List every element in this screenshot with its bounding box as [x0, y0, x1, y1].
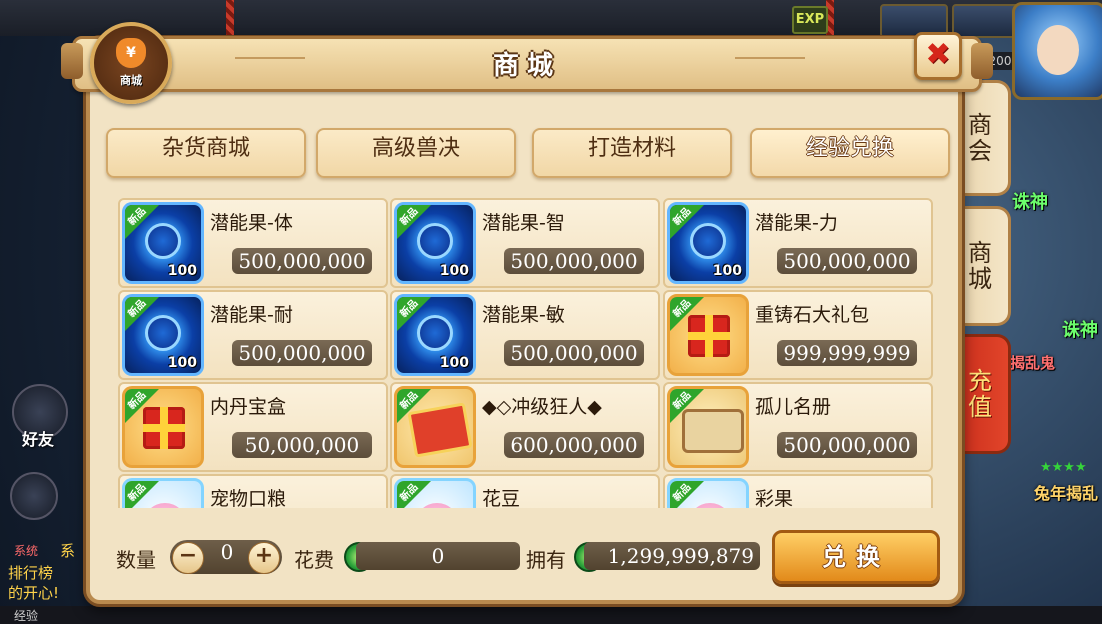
hero-slot[interactable] — [952, 4, 1020, 38]
item-grid[interactable]: 新品 100 潜能果-体 500,000,000 新品 100 潜能果-智 500,000,0… — [118, 198, 934, 508]
panel-header: 商城 — [61, 36, 993, 92]
quantity-stepper: − 0 + — [170, 540, 282, 574]
owned-label: 拥有 — [526, 548, 566, 572]
hanging-rope — [226, 0, 234, 40]
shop-item-card[interactable]: 新品 100 潜能果-耐 500,000,000 — [118, 290, 388, 380]
category-tab-exp-exchange[interactable]: 经验兑换 — [750, 128, 950, 178]
quantity-label: 数量 — [116, 548, 156, 572]
quantity-value[interactable]: 0 — [206, 540, 248, 564]
item-quantity: 100 — [439, 263, 469, 279]
item-price: 600,000,000 — [504, 432, 644, 458]
panel-title: 商城 — [492, 51, 561, 81]
shop-item-card[interactable]: 新品 100 潜能果-体 500,000,000 — [118, 198, 388, 288]
shop-item-card[interactable]: 新品 100 潜能果-力 500,000,000 — [663, 198, 933, 288]
chat-tag: 系统 — [14, 544, 39, 558]
potential-fruit-icon: 新品 100 — [667, 202, 749, 284]
item-price: 500,000,000 — [232, 340, 372, 366]
item-name: 孤儿名册 — [755, 396, 832, 418]
player-avatar[interactable] — [1012, 2, 1102, 100]
item-name: 潜能果-耐 — [210, 304, 293, 326]
increase-button[interactable]: + — [248, 542, 280, 574]
avatar-face — [1037, 25, 1079, 75]
bean-icon: 新品 — [394, 478, 476, 508]
potential-fruit-icon: 新品 100 — [122, 202, 204, 284]
chat-text: 排行榜 — [8, 564, 54, 582]
item-price: 500,000,000 — [504, 248, 644, 274]
exp-label: 经验 — [14, 609, 39, 623]
shop-item-card[interactable]: 新品 ◆◇冲级狂人◆ 600,000,000 — [390, 382, 660, 472]
item-quantity: 100 — [712, 263, 742, 279]
item-quantity: 100 — [167, 355, 197, 371]
potential-fruit-icon: 新品 100 — [394, 202, 476, 284]
category-tab-skill-books[interactable]: 高级兽决 — [316, 128, 516, 178]
shop-item-card[interactable]: 新品 宠物口粮 — [118, 474, 388, 508]
shop-panel: 商城 ¥ 商城 ✖ 杂货商城 高级兽决 打造材料 经验兑换 新品 100 潜能果-体… — [61, 22, 993, 604]
item-name: 彩果 — [755, 488, 794, 508]
star-rating: ★★★★ — [1040, 460, 1087, 475]
item-name: 重铸石大礼包 — [755, 304, 870, 326]
scroll-icon: 新品 — [667, 386, 749, 468]
potential-fruit-icon: 新品 100 — [122, 294, 204, 376]
shop-item-card[interactable]: 新品 100 潜能果-智 500,000,000 — [390, 198, 660, 288]
exchange-button[interactable]: 兑换 — [772, 530, 940, 584]
world-name-text: 兔年揭乱 — [1034, 484, 1099, 503]
pet-food-icon: 新品 — [122, 478, 204, 508]
item-name: ◆◇冲级狂人◆ — [482, 396, 602, 418]
item-name: 花豆 — [482, 488, 521, 508]
item-quantity: 100 — [439, 355, 469, 371]
world-name-text: 诛神 — [1012, 192, 1048, 213]
color-fruit-icon: 新品 — [667, 478, 749, 508]
item-price: 500,000,000 — [504, 340, 644, 366]
item-price: 500,000,000 — [232, 248, 372, 274]
close-button[interactable]: ✖ — [914, 32, 962, 80]
item-name: 潜能果-体 — [210, 212, 293, 234]
bottom-bar: 经验 — [0, 606, 1102, 624]
item-price: 500,000,000 — [777, 432, 917, 458]
ticket-icon: 新品 — [394, 386, 476, 468]
money-bag-icon: ¥ — [116, 38, 146, 68]
shop-item-card[interactable]: 新品 彩果 — [663, 474, 933, 508]
item-name: 宠物口粮 — [210, 488, 287, 508]
close-icon: ✖ — [925, 37, 951, 72]
shop-item-card[interactable]: 新品 孤儿名册 500,000,000 — [663, 382, 933, 472]
friend-label: 好友 — [22, 430, 55, 449]
world-name-text: 揭乱鬼 — [1010, 354, 1056, 372]
item-name: 潜能果-力 — [755, 212, 838, 234]
emblem-label: 商城 — [120, 74, 142, 87]
shop-item-card[interactable]: 新品 内丹宝盒 50,000,000 — [118, 382, 388, 472]
item-quantity: 100 — [167, 263, 197, 279]
gift-box-icon: 新品 — [122, 386, 204, 468]
item-name: 内丹宝盒 — [210, 396, 287, 418]
shop-item-card[interactable]: 新品 花豆 — [390, 474, 660, 508]
category-tab-materials[interactable]: 打造材料 — [532, 128, 732, 178]
decrease-button[interactable]: − — [172, 542, 204, 574]
gift-box-icon: 新品 — [667, 294, 749, 376]
world-name-text: 诛神 — [1062, 320, 1098, 341]
chat-text: 系 — [60, 542, 76, 560]
cost-value: 0 — [356, 542, 520, 570]
chat-text: 的开心! — [8, 584, 60, 602]
item-price: 50,000,000 — [232, 432, 372, 458]
chat-icon[interactable] — [10, 472, 58, 520]
item-price: 500,000,000 — [777, 248, 917, 274]
item-name: 潜能果-智 — [482, 212, 565, 234]
shop-item-card[interactable]: 新品 重铸石大礼包 999,999,999 — [663, 290, 933, 380]
purchase-bar: 数量 − 0 + 花费 0 拥有 1,299,999,879 兑换 — [90, 530, 958, 590]
cost-label: 花费 — [294, 548, 334, 572]
owned-value: 1,299,999,879 — [584, 542, 760, 570]
potential-fruit-icon: 新品 100 — [394, 294, 476, 376]
shop-emblem: ¥ 商城 — [90, 22, 172, 104]
shop-item-card[interactable]: 新品 100 潜能果-敏 500,000,000 — [390, 290, 660, 380]
category-tab-general[interactable]: 杂货商城 — [106, 128, 306, 178]
item-name: 潜能果-敏 — [482, 304, 565, 326]
exp-badge: EXP — [792, 6, 828, 34]
item-price: 999,999,999 — [777, 340, 917, 366]
